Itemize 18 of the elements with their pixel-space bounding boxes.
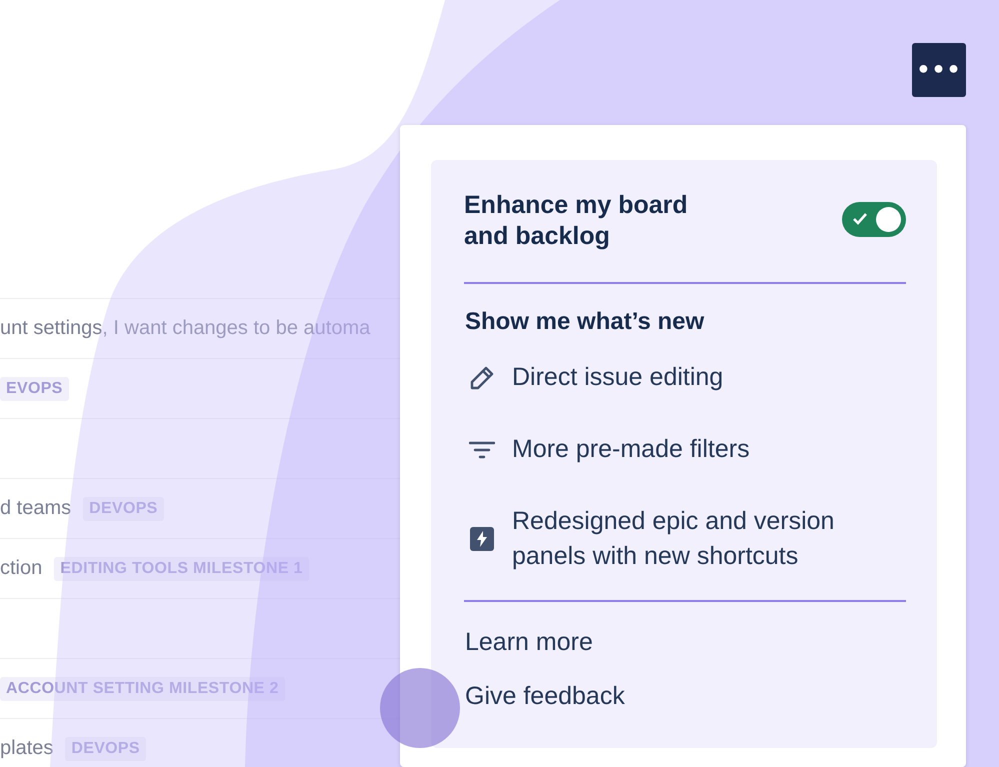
more-button[interactable]: ••• [912,43,966,97]
feature-label: Redesigned epic and version panels with new shortcuts [512,506,836,572]
check-icon [852,212,868,226]
lightning-icon [470,527,494,551]
filter-icon [469,440,495,460]
issue-summary: plates [0,737,54,760]
issue-summary: unt settings, I want changes to be automa [0,317,370,340]
issue-summary: ction [0,557,42,580]
feature-label: Direct issue editing [512,362,724,393]
link[interactable]: Learn more [465,628,593,657]
toggle-switch[interactable] [842,202,906,237]
feature-label: More pre-made filters [512,434,750,465]
epic-tag: EVOPS [0,376,69,400]
issue-summary: d teams [0,497,72,520]
popup-title: Enhance my board and backlog [464,190,689,252]
section-title: Show me what’s new [465,308,706,336]
link[interactable]: Give feedback [465,682,625,711]
pencil-icon [469,364,495,390]
